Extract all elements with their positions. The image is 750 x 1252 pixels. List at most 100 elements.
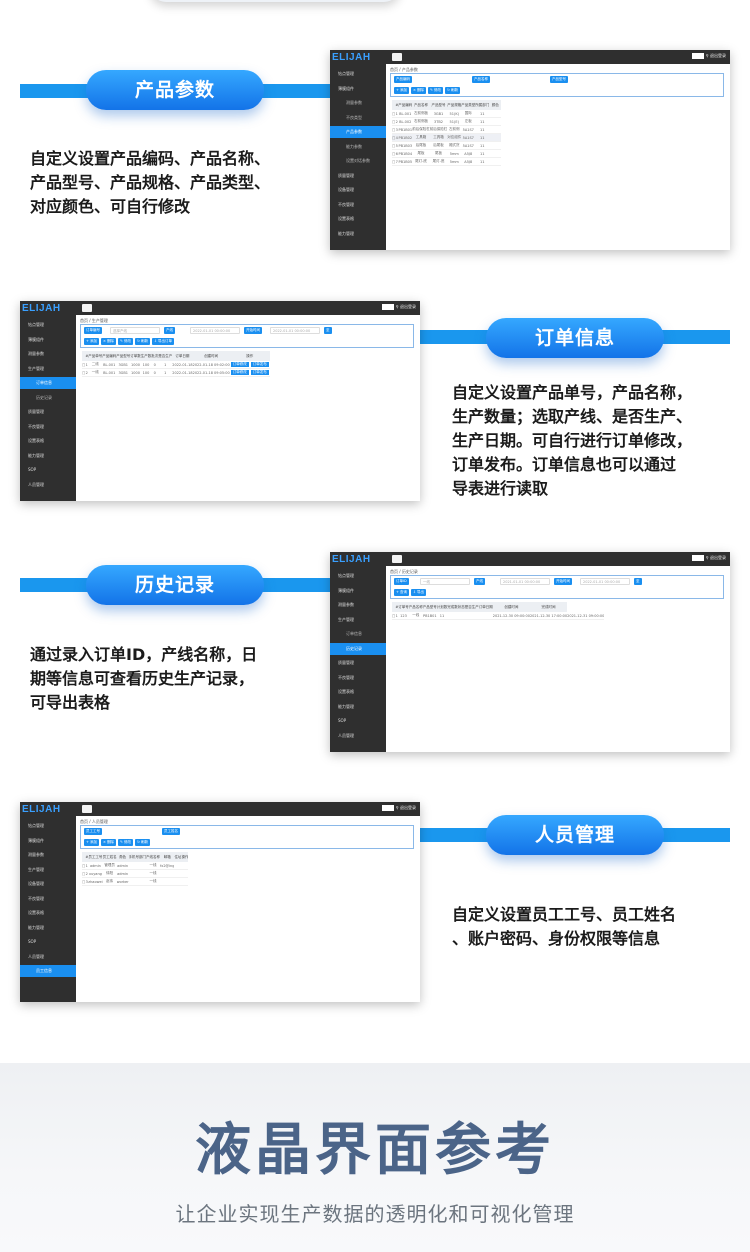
sidebar-item[interactable]: 能力参数 <box>330 141 386 153</box>
toolbar-button[interactable]: ↻ 刷新 <box>135 338 151 345</box>
table-row[interactable]: □ 1 123 一线 PB1B01 11 2021-12-30 09:00:00 2021-1… <box>392 612 605 620</box>
sidebar-item[interactable]: 能力管理 <box>20 450 76 462</box>
sidebar-item[interactable]: 钻点管理 <box>330 68 386 80</box>
table-row[interactable]: □ 4 PB1B02 工具箱 工具箱 对应组件 5A1S7 11 <box>392 133 502 142</box>
toolbar-button[interactable]: ✎ 修改 <box>118 839 134 846</box>
table-row[interactable]: □ 3 zhaowei 赵伟 worker 一线 <box>82 877 189 886</box>
sidebar-item[interactable]: 测量参数 <box>330 97 386 109</box>
sidebar-item[interactable]: 历史记录 <box>20 392 76 404</box>
sidebar-item[interactable]: 薄膜组件 <box>330 585 386 597</box>
menu-toggle-button[interactable] <box>392 555 402 563</box>
menu-toggle-button[interactable] <box>82 304 92 312</box>
table-row[interactable]: □ 1 BL-001 左前侧板 3GB1 51(K) 国际 11 <box>392 110 502 118</box>
sidebar-item[interactable]: 设置表格 <box>20 907 76 919</box>
row-action-button[interactable]: 订单发布 <box>250 370 269 375</box>
toolbar-button[interactable]: ⇩ 导出订单 <box>152 338 175 345</box>
sidebar-item[interactable]: 历史记录 <box>330 642 386 655</box>
toolbar-button[interactable]: ↻ 刷新 <box>445 87 461 94</box>
logout-link[interactable]: ⚲ 退出登录 <box>706 53 726 58</box>
sidebar-item[interactable]: 设置表格 <box>330 686 386 698</box>
table-cell: xuyang <box>88 869 103 878</box>
table-cell <box>160 869 175 878</box>
sidebar-item[interactable]: 能力管理 <box>330 701 386 713</box>
sidebar-item[interactable]: 设置表格 <box>20 435 76 447</box>
sidebar-item[interactable]: 质量管理 <box>20 406 76 418</box>
table-row[interactable]: □ 7 PB1B05 尾灯-底 尾灯-底 5mm A5J8 11 <box>392 157 502 166</box>
sidebar-item[interactable]: 生产管理 <box>20 864 76 876</box>
sidebar-item[interactable]: 人员管理 <box>20 479 76 491</box>
sidebar-item[interactable]: 测量参数 <box>20 348 76 360</box>
logout-link[interactable]: ⚲ 退出登录 <box>706 555 726 560</box>
toolbar-button[interactable]: ✎ 修改 <box>428 87 444 94</box>
sidebar: ELIJAH 钻点管理 薄膜组件 测量参数 不良类型 产品参数 能力参数 设置对话参数 质量管理… <box>330 50 386 250</box>
toolbar-button[interactable]: + 查询 <box>394 589 410 596</box>
table-row[interactable]: □ 2 一线 BL-001 3GB1 1000 100 0 1 2022-01-18 2022-01… <box>82 368 270 377</box>
sidebar-item[interactable]: 能力管理 <box>330 228 386 240</box>
sidebar-item[interactable]: 质量管理 <box>330 170 386 182</box>
filter-input[interactable]: 选择产线 <box>110 327 160 334</box>
sidebar-item[interactable]: 设备管理 <box>330 184 386 196</box>
sidebar-item[interactable]: 设备管理 <box>20 878 76 890</box>
menu-toggle-button[interactable] <box>392 53 402 61</box>
table-row[interactable]: □ 5 PB1B03 后尾板 后尾板 厢式货 5A1S7 11 <box>392 141 502 150</box>
toolbar-button[interactable]: ↻ 刷新 <box>135 839 151 846</box>
sidebar-item[interactable]: 钻点管理 <box>20 319 76 331</box>
table-header: 生产数 <box>140 351 152 361</box>
sidebar-item[interactable]: 订单信息 <box>20 377 76 389</box>
sidebar-item[interactable]: 不良管理 <box>330 672 386 684</box>
color-cell <box>489 117 502 126</box>
table-cell: 5mm <box>447 149 462 158</box>
toolbar-button[interactable]: + 添加 <box>84 338 100 345</box>
sidebar-item[interactable]: 薄膜组件 <box>20 334 76 346</box>
sidebar-item[interactable]: 设置表格 <box>330 213 386 225</box>
filter-input[interactable]: 2022-01-01 00:00:00 <box>580 578 630 585</box>
table-cell: 赵伟 <box>102 877 117 886</box>
table-row[interactable]: □ 2 xuyang 徐阳 admin 一线 <box>82 869 189 878</box>
toolbar-button[interactable]: + 添加 <box>394 87 410 94</box>
sidebar-item[interactable]: 不良管理 <box>330 199 386 211</box>
toolbar-button[interactable]: ⇩ 导出 <box>411 589 427 596</box>
sidebar-item[interactable]: 设置对话参数 <box>330 155 386 167</box>
table-row[interactable]: □ 1 二线 BL-001 3GB1 1000 100 0 1 2022-01-18 2022-01… <box>82 361 270 369</box>
sidebar-item[interactable]: 测量参数 <box>330 599 386 611</box>
toolbar-button[interactable]: + 添加 <box>84 839 100 846</box>
sidebar-item[interactable]: 人员管理 <box>20 951 76 963</box>
toolbar-button[interactable]: × 删除 <box>101 338 117 345</box>
sidebar-item[interactable]: 薄膜组件 <box>20 835 76 847</box>
sidebar-item[interactable]: 订单信息 <box>330 628 386 640</box>
sidebar-item[interactable]: SOP <box>20 464 76 476</box>
row-action-button[interactable]: 订单修改 <box>230 362 249 367</box>
table-row[interactable]: □ 1 admin 管理员 admin 一线 fx2@ing <box>82 862 189 870</box>
sidebar-item[interactable]: 生产管理 <box>330 614 386 626</box>
sidebar-item[interactable]: 钻点管理 <box>20 820 76 832</box>
sidebar-item[interactable]: 员工信息 <box>20 965 76 977</box>
sidebar-item[interactable]: 测量参数 <box>20 849 76 861</box>
sidebar-item[interactable]: 不良管理 <box>20 421 76 433</box>
filter-input[interactable]: 2021-01-01 00:00:00 <box>500 578 550 585</box>
toolbar-button[interactable]: ✎ 修改 <box>118 338 134 345</box>
sidebar-item[interactable]: SOP <box>330 715 386 727</box>
table-row[interactable]: □ 2 BL-002 右前侧板 3TB2 51(E) 左板 11 <box>392 117 502 126</box>
table-row[interactable]: □ 3 PB1B01 前后保险杠 前后保险杠 左前侧 5A1S7 11 <box>392 125 502 134</box>
row-action-button[interactable]: 订单发布 <box>250 362 269 367</box>
filter-input[interactable]: 2022-01-01 00:00:00 <box>270 327 320 334</box>
sidebar-item[interactable]: 钻点管理 <box>330 570 386 582</box>
sidebar-item[interactable]: 人员管理 <box>330 730 386 742</box>
menu-toggle-button[interactable] <box>82 805 92 813</box>
logout-link[interactable]: ⚲ 退出登录 <box>396 304 416 309</box>
sidebar-item[interactable]: 生产管理 <box>20 363 76 375</box>
sidebar-item[interactable]: 质量管理 <box>330 657 386 669</box>
filter-input[interactable]: 一线 <box>420 578 470 585</box>
table-row[interactable]: □ 6 PB1B04 尾板 尾板 5mm A5J8 11 <box>392 149 502 158</box>
sidebar-item[interactable]: 能力管理 <box>20 922 76 934</box>
toolbar-button[interactable]: × 删除 <box>411 87 427 94</box>
sidebar-item[interactable]: 产品参数 <box>330 126 386 138</box>
logout-link[interactable]: ⚲ 退出登录 <box>396 805 416 810</box>
row-action-button[interactable]: 订单修改 <box>230 370 249 375</box>
sidebar-item[interactable]: 薄膜组件 <box>330 83 386 95</box>
sidebar-item[interactable]: SOP <box>20 936 76 948</box>
sidebar-item[interactable]: 不良类型 <box>330 112 386 124</box>
filter-input[interactable]: 2022-01-01 00:00:00 <box>190 327 240 334</box>
sidebar-item[interactable]: 不良管理 <box>20 893 76 905</box>
toolbar-button[interactable]: × 删除 <box>101 839 117 846</box>
